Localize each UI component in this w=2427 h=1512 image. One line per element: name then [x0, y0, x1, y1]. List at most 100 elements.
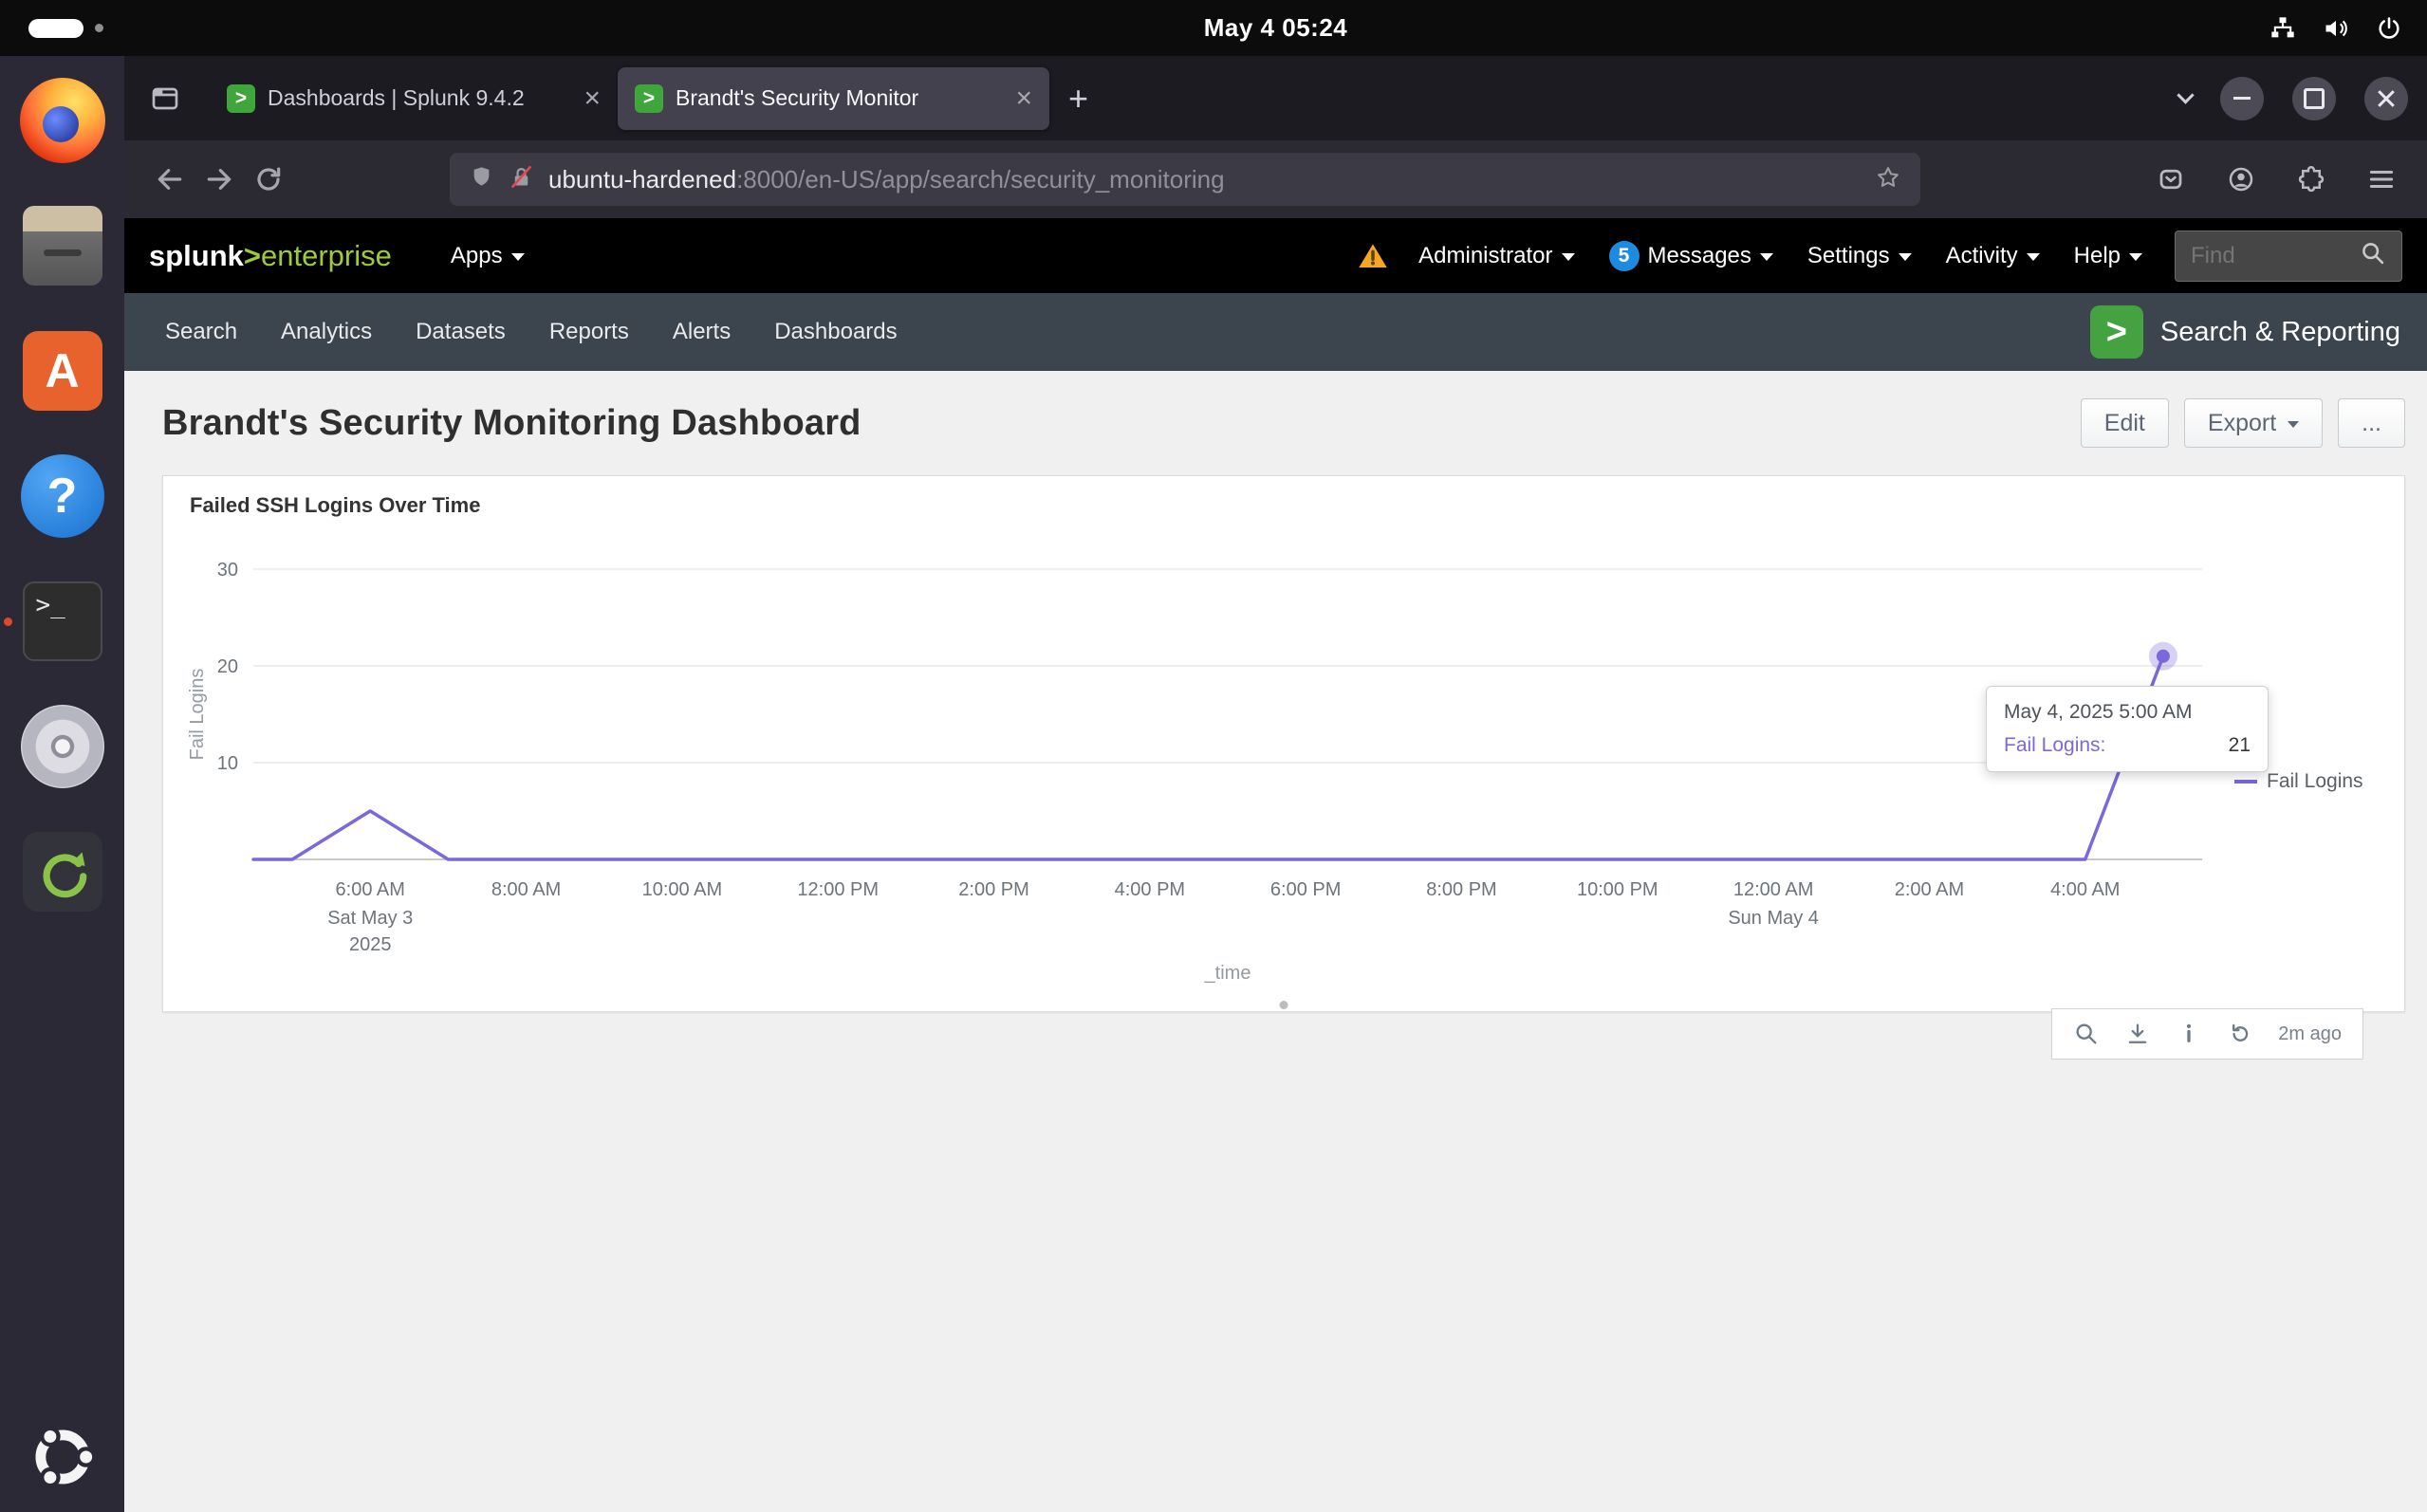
x-tick-label: 8:00 PM — [1426, 879, 1496, 900]
navbar-actions — [2146, 155, 2406, 204]
terminal-icon — [22, 581, 102, 661]
minimize-button[interactable] — [2220, 76, 2264, 120]
network-icon[interactable] — [2270, 15, 2296, 42]
highlight-dot — [2156, 649, 2170, 663]
info-icon[interactable] — [2176, 1021, 2202, 1047]
tab-dashboards[interactable]: > Dashboards | Splunk 9.4.2 × — [210, 67, 618, 130]
dock-item-text-editor[interactable] — [17, 325, 108, 416]
app-context[interactable]: > Search & Reporting — [2064, 293, 2427, 371]
tabbar-controls — [2177, 76, 2408, 120]
messages-count-badge: 5 — [1608, 240, 1640, 271]
search-icon[interactable] — [2360, 240, 2386, 271]
ubuntu-logo-icon — [28, 1422, 98, 1497]
list-tabs-chevron-icon[interactable] — [2177, 85, 2195, 104]
volume-icon[interactable] — [2323, 15, 2349, 42]
dock-item-terminal[interactable] — [3, 576, 108, 667]
dock-item-software-updater[interactable] — [17, 826, 108, 917]
tab-close-icon[interactable]: × — [584, 83, 601, 113]
more-button[interactable]: ... — [2338, 398, 2405, 448]
tracking-shield-icon[interactable] — [469, 164, 494, 194]
dock-item-ubuntu[interactable] — [17, 1413, 108, 1504]
insecure-lock-icon[interactable] — [509, 164, 534, 194]
tooltip-timestamp: May 4, 2025 5:00 AM — [2004, 701, 2193, 723]
menu-apps[interactable]: Apps — [434, 218, 542, 293]
x-tick-label: 6:00 AM — [336, 879, 405, 900]
refresh-age: 2m ago — [2278, 1023, 2342, 1044]
y-tick-label: 20 — [217, 656, 238, 677]
x-tick-label: 8:00 AM — [491, 879, 561, 900]
splunk-logo[interactable]: splunk > enterprise — [149, 239, 392, 273]
navigation-bar: ubuntu-hardened:8000/en-US/app/search/se… — [124, 140, 2427, 218]
chevron-down-icon — [2288, 421, 2300, 428]
chart-panel: Failed SSH Logins Over Time 10 20 30 Fail L… — [162, 475, 2405, 1060]
dock-item-firefox[interactable] — [17, 75, 108, 166]
system-tray[interactable] — [2270, 0, 2402, 56]
nav-item-reports[interactable]: Reports — [528, 293, 651, 371]
nav-item-analytics[interactable]: Analytics — [259, 293, 394, 371]
bookmark-star-icon[interactable] — [1875, 164, 1901, 195]
url-bar[interactable]: ubuntu-hardened:8000/en-US/app/search/se… — [450, 153, 1920, 206]
account-icon[interactable] — [2216, 155, 2266, 204]
nav-item-datasets[interactable]: Datasets — [394, 293, 528, 371]
menu-settings[interactable]: Settings — [1790, 218, 1929, 293]
tooltip-value: 21 — [2228, 734, 2251, 756]
tab-label: Brandt's Security Monitor — [676, 85, 919, 110]
close-button[interactable] — [2364, 76, 2408, 120]
workspace-indicator[interactable] — [28, 0, 103, 56]
tab-label: Dashboards | Splunk 9.4.2 — [268, 85, 525, 110]
nav-item-dashboards[interactable]: Dashboards — [752, 293, 918, 371]
new-tab-button[interactable]: + — [1068, 79, 1088, 119]
find-input[interactable] — [2191, 242, 2360, 269]
legend-swatch — [2234, 780, 2257, 784]
back-icon[interactable] — [145, 155, 195, 204]
y-tick-label: 10 — [217, 753, 238, 774]
chevron-down-icon — [1898, 253, 1912, 261]
system-clock[interactable]: May 4 05:24 — [124, 0, 2427, 56]
x-tick-label: 4:00 PM — [1115, 879, 1185, 900]
nav-item-search[interactable]: Search — [143, 293, 259, 371]
splunk-favicon: > — [227, 83, 255, 113]
find-box[interactable] — [2175, 230, 2402, 282]
firefox-icon — [19, 78, 105, 163]
reload-icon[interactable] — [244, 155, 293, 204]
url-path: :8000/en-US/app/search/security_monitori… — [736, 164, 1225, 194]
page-actions: Edit Export ... — [2080, 398, 2405, 448]
splunk-app-nav: Search Analytics Datasets Reports Alerts… — [124, 293, 2427, 371]
tab-bar: > Dashboards | Splunk 9.4.2 × > Brandt's… — [124, 56, 2427, 140]
menu-help[interactable]: Help — [2057, 218, 2159, 293]
chart-legend[interactable]: Fail Logins — [2234, 770, 2363, 793]
text-editor-icon — [22, 331, 102, 411]
power-icon[interactable] — [2376, 15, 2402, 42]
menu-administrator[interactable]: Administrator — [1401, 218, 1591, 293]
tab-security-monitoring[interactable]: > Brandt's Security Monitor × — [618, 66, 1049, 130]
pocket-icon[interactable] — [2146, 155, 2195, 204]
tab-close-icon[interactable]: × — [1015, 83, 1032, 113]
nav-item-alerts[interactable]: Alerts — [651, 293, 752, 371]
running-indicator — [3, 618, 12, 626]
logo-gt: > — [243, 238, 262, 272]
restore-button[interactable] — [2292, 76, 2336, 120]
menu-activity[interactable]: Activity — [1929, 218, 2057, 293]
dock — [0, 56, 124, 1512]
chevron-down-icon — [510, 253, 525, 261]
menu-icon[interactable] — [2357, 155, 2406, 204]
software-updater-icon — [22, 832, 102, 912]
warning-icon[interactable] — [1344, 241, 1401, 271]
dock-item-disc[interactable] — [17, 701, 108, 792]
open-in-search-icon[interactable] — [2073, 1021, 2100, 1047]
edit-button[interactable]: Edit — [2080, 398, 2169, 448]
menu-messages[interactable]: 5 Messages — [1592, 218, 1790, 293]
export-button[interactable]: Export — [2183, 398, 2324, 448]
x-tick-label: 12:00 AM — [1733, 879, 1814, 900]
download-icon[interactable] — [2124, 1021, 2151, 1047]
dock-item-files[interactable] — [17, 200, 108, 291]
logo-splunk: splunk — [149, 238, 244, 272]
y-tick-label: 30 — [217, 560, 238, 581]
dock-item-help[interactable] — [17, 451, 108, 542]
extensions-icon[interactable] — [2287, 155, 2336, 204]
x-tick-label: 6:00 PM — [1270, 879, 1341, 900]
firefox-view-icon[interactable] — [143, 77, 187, 120]
x-tick-sublabel: Sat May 3 — [327, 908, 413, 929]
refresh-icon[interactable] — [2227, 1021, 2253, 1047]
forward-icon[interactable] — [195, 155, 244, 204]
